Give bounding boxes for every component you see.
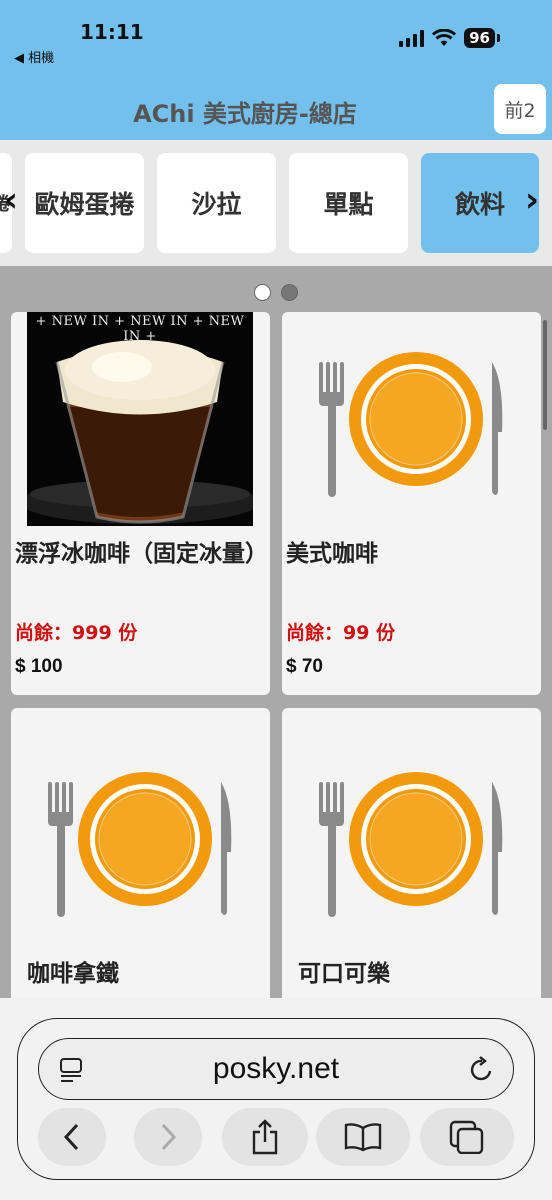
share-button[interactable] (222, 1108, 308, 1166)
float-coffee-image (27, 340, 253, 524)
product-price: $ 70 (286, 656, 323, 677)
status-time: 11:11 (80, 20, 144, 44)
category-bar: 捲 ‹ 歐姆蛋捲 沙拉 單點 飲料 › (0, 140, 552, 266)
forward-button[interactable] (134, 1108, 202, 1166)
chevron-right-icon[interactable]: › (525, 180, 539, 220)
wifi-icon (432, 29, 457, 46)
category-item-omelette[interactable]: 歐姆蛋捲 (25, 153, 144, 253)
cart-button[interactable]: 前2 (494, 84, 546, 134)
product-name: 美式咖啡 (286, 541, 378, 567)
product-stock: 尚餘：999 份 (15, 622, 138, 644)
scrollbar[interactable] (543, 320, 547, 430)
browser-toolbar: posky.net (0, 998, 552, 1200)
battery-icon: 96 (464, 28, 495, 48)
chevron-right-icon (161, 1123, 177, 1151)
product-name: 咖啡拿鐵 (27, 961, 119, 987)
plate-cutlery-icon (319, 352, 503, 497)
book-icon (344, 1123, 382, 1152)
back-to-camera-link[interactable]: ◀ 相機 (14, 47, 54, 66)
plate-cutlery-icon (48, 772, 232, 917)
plate-cutlery-icon (319, 772, 503, 917)
chevron-left-icon[interactable]: ‹ (4, 180, 18, 220)
product-name: 可口可樂 (298, 961, 390, 987)
app-header: 11:11 ◀ 相機 96 AChi 美式廚房-總店 前2 (0, 0, 552, 140)
tabs-icon (449, 1120, 484, 1154)
product-card-americano[interactable]: 美式咖啡 尚餘：99 份 $ 70 (282, 312, 541, 695)
product-name: 漂浮冰咖啡（固定冰量） (15, 541, 268, 567)
address-bar[interactable]: posky.net (38, 1038, 514, 1100)
back-button[interactable] (38, 1108, 106, 1166)
product-photo: + NEW IN + NEW IN + NEW IN + (27, 312, 253, 526)
tabs-button[interactable] (420, 1108, 514, 1166)
product-card-float-coffee[interactable]: + NEW IN + NEW IN + NEW IN + 漂浮冰咖啡（固定冰量）… (11, 312, 270, 695)
battery-tip (497, 34, 500, 42)
share-icon (252, 1119, 278, 1155)
bookmarks-button[interactable] (316, 1108, 410, 1166)
status-icons: 96 (399, 28, 500, 48)
reload-icon[interactable] (469, 1056, 495, 1084)
signal-icon (399, 29, 425, 47)
url-text[interactable]: posky.net (39, 1052, 513, 1086)
category-item-salad[interactable]: 沙拉 (157, 153, 276, 253)
product-price: $ 100 (15, 656, 63, 677)
category-item-a-la-carte[interactable]: 單點 (289, 153, 408, 253)
product-card-coca-cola[interactable]: 可口可樂 (282, 708, 541, 998)
chevron-left-icon (63, 1123, 79, 1151)
page-dot-2[interactable] (281, 284, 298, 301)
product-card-latte[interactable]: 咖啡拿鐵 (11, 708, 270, 998)
page-dot-1[interactable] (254, 284, 271, 301)
product-stock: 尚餘：99 份 (286, 622, 396, 644)
product-grid: + NEW IN + NEW IN + NEW IN + 漂浮冰咖啡（固定冰量）… (0, 312, 552, 998)
category-item-drinks[interactable]: 飲料 (421, 153, 539, 253)
page-title: AChi 美式廚房-總店 (133, 100, 357, 128)
